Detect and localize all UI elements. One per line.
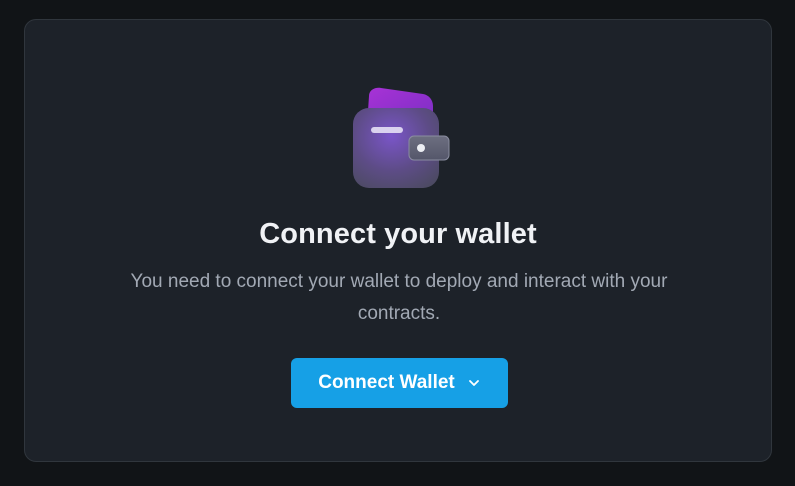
wallet-icon [353, 87, 450, 188]
connect-wallet-card: Connect your wallet You need to connect … [24, 19, 772, 462]
page-title: Connect your wallet [259, 218, 537, 250]
connect-wallet-button[interactable]: Connect Wallet [291, 358, 508, 408]
chevron-down-icon [467, 376, 481, 390]
page: Connect your wallet You need to connect … [0, 0, 795, 486]
connect-wallet-button-label: Connect Wallet [318, 372, 455, 393]
page-subtitle: You need to connect your wallet to deplo… [130, 271, 668, 324]
